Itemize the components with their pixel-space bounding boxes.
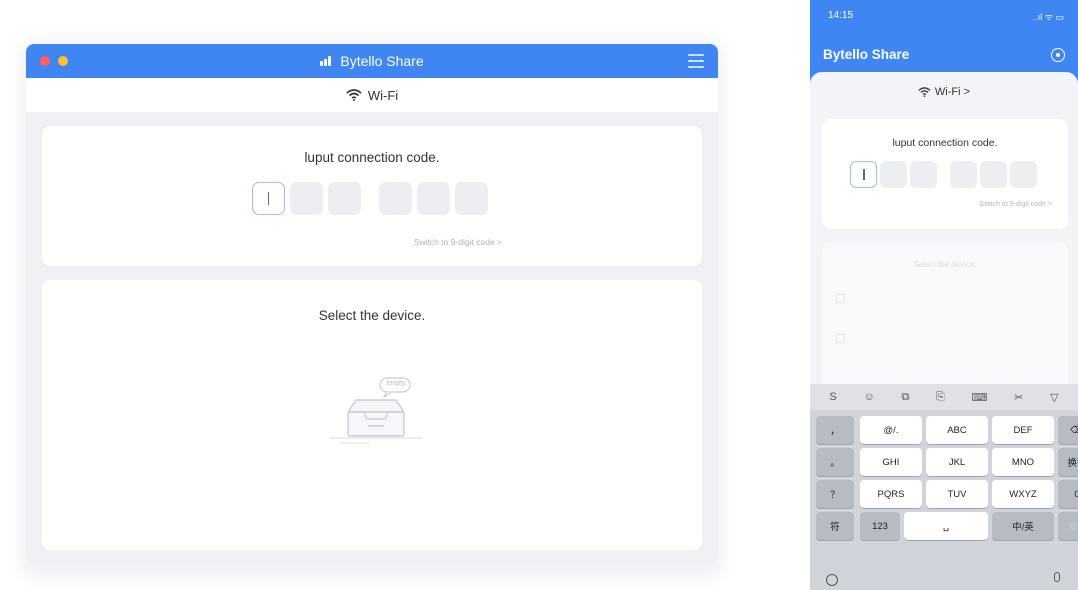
empty-inbox-icon [330, 377, 422, 444]
code-prompt: luput connection code. [304, 150, 440, 165]
device-list-item[interactable] [836, 294, 853, 303]
empty-state-label: empty [386, 380, 406, 387]
device-icon [836, 294, 845, 303]
screenshot-canvas: Bytello Share Wi-Fi luput connection cod… [0, 0, 1078, 590]
app-logo-icon [320, 56, 334, 66]
globe-icon[interactable] [826, 574, 838, 586]
mobile-screen: 14:15 ..ıl ᯤ ▭ Bytello Share Wi-Fi > lup… [810, 0, 1078, 590]
key-0[interactable]: 0 [1058, 480, 1078, 508]
mobile-network-label: Wi-Fi > [934, 86, 971, 98]
wifi-icon [918, 87, 931, 97]
network-selector[interactable]: Wi-Fi [26, 78, 718, 112]
microphone-icon[interactable] [1054, 572, 1060, 582]
code-digit-input-2[interactable] [289, 182, 323, 215]
keyboard-logo-icon[interactable]: S [829, 391, 836, 403]
keyboard: S ☺ ⧉ ⎘ ⌨ ✂ ▽ ， @/. ABC DEF ⌫ 。 GHI JKL … [810, 384, 1078, 590]
device-list-card: Select the device. empty [42, 280, 702, 550]
code-input-group [42, 182, 702, 215]
mobile-switch-code-link[interactable]: Switch to 9-digit code > [979, 201, 1052, 208]
mobile-code-prompt: luput connection code. [892, 137, 998, 149]
code-digit-input-5[interactable] [980, 161, 1007, 188]
key-4[interactable]: GHI [860, 448, 922, 476]
key-1[interactable]: @/. [860, 416, 922, 444]
mobile-content-sheet: Wi-Fi > luput connection code. Switch to… [810, 72, 1078, 402]
space-key[interactable]: ␣ [904, 512, 988, 540]
status-time: 14:15 [828, 10, 854, 21]
key-9[interactable]: WXYZ [992, 480, 1054, 508]
app-title: Bytello Share [340, 53, 424, 69]
emoji-icon[interactable]: ☺ [863, 391, 874, 403]
collapse-keyboard-icon[interactable]: ▽ [1050, 391, 1058, 404]
keyboard-layout-icon[interactable]: ⌨ [972, 391, 988, 404]
minimize-window-button[interactable] [58, 56, 68, 66]
code-digit-input-6[interactable] [1010, 161, 1037, 188]
code-digit-input-5[interactable] [416, 182, 450, 215]
language-toggle-key[interactable]: 中/英 [992, 512, 1054, 540]
key-8[interactable]: TUV [926, 480, 988, 508]
clipboard-icon[interactable]: ⧉ [901, 391, 909, 404]
mobile-app-title: Bytello Share [823, 47, 910, 62]
network-label: Wi-Fi [367, 87, 399, 103]
mobile-code-card: luput connection code. Switch to 9-digit… [822, 119, 1068, 229]
newline-key[interactable]: 换行 [1058, 448, 1078, 476]
code-digit-input-3[interactable] [327, 182, 361, 215]
code-digit-input-1[interactable] [850, 161, 877, 188]
symbols-key[interactable]: 符 [816, 512, 854, 540]
code-digit-input-2[interactable] [880, 161, 907, 188]
settings-icon[interactable] [1051, 48, 1065, 62]
title-bar[interactable]: Bytello Share [26, 44, 718, 78]
key-punct-comma[interactable]: ， [816, 416, 854, 444]
code-digit-input-4[interactable] [378, 182, 412, 215]
scissors-icon[interactable]: ✂ [1014, 391, 1023, 404]
code-digit-input-3[interactable] [910, 161, 937, 188]
key-2[interactable]: ABC [926, 416, 988, 444]
mobile-network-selector[interactable]: Wi-Fi > [810, 86, 1078, 98]
backspace-key[interactable]: ⌫ [1058, 416, 1078, 444]
numbers-key[interactable]: 123 [860, 512, 900, 540]
send-key[interactable]: 发送 [1058, 512, 1078, 540]
desktop-window: Bytello Share Wi-Fi luput connection cod… [26, 44, 718, 564]
code-digit-input-4[interactable] [950, 161, 977, 188]
device-icon [836, 334, 845, 343]
empty-state: empty [326, 372, 426, 452]
hamburger-menu-icon[interactable] [688, 54, 704, 68]
mobile-device-card: Select the device. [822, 242, 1068, 402]
connection-code-card: luput connection code. Switch to 9-digit… [42, 126, 702, 266]
key-6[interactable]: MNO [992, 448, 1054, 476]
wifi-icon [346, 89, 362, 101]
close-window-button[interactable] [40, 56, 50, 66]
key-3[interactable]: DEF [992, 416, 1054, 444]
key-5[interactable]: JKL [926, 448, 988, 476]
keyboard-toolbar: S ☺ ⧉ ⎘ ⌨ ✂ ▽ [810, 384, 1078, 410]
key-7[interactable]: PQRS [860, 480, 922, 508]
mobile-device-title: Select the device. [913, 260, 977, 269]
copy-icon[interactable]: ⎘ [936, 391, 945, 404]
status-icons: ..ıl ᯤ ▭ [1032, 12, 1064, 22]
device-list-item[interactable] [836, 334, 853, 343]
mobile-code-input-group [822, 161, 1068, 188]
device-section-title: Select the device. [318, 308, 426, 323]
switch-code-length-link[interactable]: Switch to 9-digit code > [414, 237, 502, 247]
code-digit-input-6[interactable] [454, 182, 488, 215]
key-punct-question[interactable]: ？ [816, 480, 854, 508]
key-punct-period[interactable]: 。 [816, 448, 854, 476]
code-digit-input-1[interactable] [251, 182, 285, 215]
